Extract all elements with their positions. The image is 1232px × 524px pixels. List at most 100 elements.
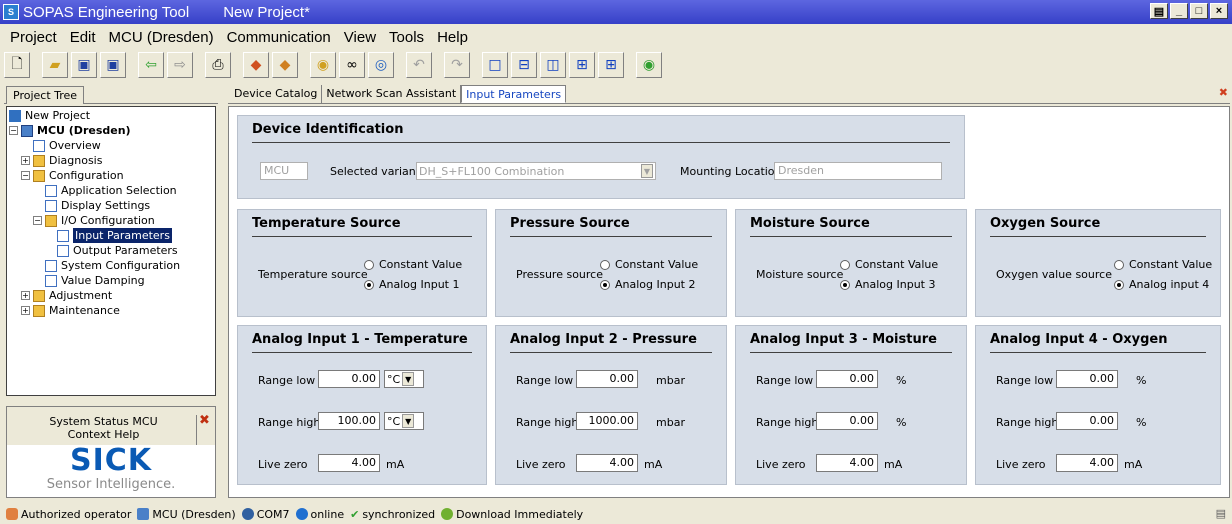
radio-analog-input[interactable]: Analog Input 1 [364,278,459,291]
close-panel-icon[interactable]: ✖ [199,413,210,428]
menu-project[interactable]: Project [10,29,57,46]
save-icon[interactable]: ▣ [71,52,97,78]
tree-node[interactable]: Overview [7,138,215,153]
live-zero-input[interactable]: 4.00 [1056,454,1118,472]
range-high-input[interactable]: 0.00 [1056,412,1118,430]
statusbar-menu-icon[interactable]: ▤ [1216,507,1226,520]
unit-dropdown[interactable]: °C ▼ [384,370,424,388]
expand-icon[interactable]: + [21,306,30,315]
live-zero-input[interactable]: 4.00 [816,454,878,472]
layout-vsplit-icon[interactable]: ◫ [540,52,566,78]
tree-node[interactable]: − MCU (Dresden) [7,123,215,138]
tree-node[interactable]: Application Selection [7,183,215,198]
radio-constant-value[interactable]: Constant Value [840,258,938,271]
port-icon [241,508,254,520]
check-icon: ✔ [350,507,360,521]
live-zero-input[interactable]: 4.00 [318,454,380,472]
layout-triple-icon[interactable]: ⊞ [569,52,595,78]
print-icon[interactable]: ▤ [1150,3,1168,19]
redo-icon[interactable]: ↷ [444,52,470,78]
tab-network-scan[interactable]: Network Scan Assistant [322,85,462,103]
menu-device[interactable]: MCU (Dresden) [109,29,214,46]
download-icon[interactable]: ◆ [272,52,298,78]
page-icon [57,229,69,242]
open-icon[interactable]: ▰ [42,52,68,78]
connect-icon[interactable]: ◉ [310,52,336,78]
chevron-down-icon: ▼ [402,372,415,386]
variant-label: Selected variant [330,165,421,178]
tree-node[interactable]: New Project [7,108,215,123]
menu-view[interactable]: View [344,29,376,46]
undo-icon[interactable]: ↶ [406,52,432,78]
live-zero-input[interactable]: 4.00 [576,454,638,472]
menu-tools[interactable]: Tools [389,29,424,46]
link-icon[interactable]: ∞ [339,52,365,78]
range-low-label: Range low [516,374,574,387]
live-zero-unit: mA [884,458,903,471]
tree-node[interactable]: + Adjustment [7,288,215,303]
tree-node[interactable]: Value Damping [7,273,215,288]
tree-node[interactable]: Display Settings [7,198,215,213]
tab-context-help[interactable]: Context Help [11,428,196,441]
maximize-button[interactable]: □ [1190,3,1208,19]
tree-node-label: Output Parameters [73,244,178,257]
tree-node[interactable]: + Diagnosis [7,153,215,168]
menu-communication[interactable]: Communication [227,29,331,46]
radio-analog-input[interactable]: Analog Input 3 [840,278,935,291]
expand-icon[interactable]: + [21,156,30,165]
range-low-input[interactable]: 0.00 [816,370,878,388]
range-high-label: Range high [516,416,579,429]
range-low-input[interactable]: 0.00 [318,370,380,388]
new-icon[interactable]: 🗋 [4,52,30,78]
tree-node-label: I/O Configuration [61,214,155,227]
mounting-label: Mounting Location [680,165,782,178]
menu-help[interactable]: Help [437,29,468,46]
radio-constant-value[interactable]: Constant Value [1114,258,1212,271]
tree-node[interactable]: Output Parameters [7,243,215,258]
search-icon[interactable]: ◎ [368,52,394,78]
live-zero-label: Live zero [258,458,308,471]
range-low-input[interactable]: 0.00 [576,370,638,388]
tab-input-parameters[interactable]: Input Parameters [461,85,567,103]
tree-node[interactable]: + Maintenance [7,303,215,318]
range-high-input[interactable]: 0.00 [816,412,878,430]
upload-icon[interactable]: ◆ [243,52,269,78]
close-tab-icon[interactable]: ✖ [1219,86,1228,99]
collapse-icon[interactable]: − [9,126,18,135]
tree-node[interactable]: System Configuration [7,258,215,273]
collapse-icon[interactable]: − [33,216,42,225]
layout-single-icon[interactable]: □ [482,52,508,78]
minimize-button[interactable]: _ [1170,3,1188,19]
unit-label: % [896,374,907,387]
range-high-input[interactable]: 100.00 [318,412,380,430]
tab-device-catalog[interactable]: Device Catalog [230,85,323,103]
tab-system-status[interactable]: System Status MCU [11,415,196,428]
live-zero-label: Live zero [996,458,1046,471]
layout-quad-icon[interactable]: ⊞ [598,52,624,78]
collapse-icon[interactable]: − [21,171,30,180]
print-toolbar-icon[interactable]: ⎙ [205,52,231,78]
radio-analog-input[interactable]: Analog Input 2 [600,278,695,291]
back-icon[interactable]: ⇦ [138,52,164,78]
menu-edit[interactable]: Edit [70,29,96,46]
live-zero-label: Live zero [756,458,806,471]
radio-constant-value[interactable]: Constant Value [364,258,462,271]
layout-hsplit-icon[interactable]: ⊟ [511,52,537,78]
range-high-input[interactable]: 1000.00 [576,412,638,430]
save-as-icon[interactable]: ▣ [100,52,126,78]
radio-constant-value[interactable]: Constant Value [600,258,698,271]
range-low-input[interactable]: 0.00 [1056,370,1118,388]
expand-icon[interactable]: + [21,291,30,300]
close-button[interactable]: × [1210,3,1228,19]
source-panel: Temperature Source Temperature source Co… [237,209,487,317]
forward-icon[interactable]: ⇨ [167,52,193,78]
tree-node[interactable]: − I/O Configuration [7,213,215,228]
radio-analog-input[interactable]: Analog input 4 [1114,278,1209,291]
unit-dropdown[interactable]: °C ▼ [384,412,424,430]
tree-node[interactable]: Input Parameters [7,228,215,243]
unit-label: % [1136,374,1147,387]
tab-project-tree[interactable]: Project Tree [6,86,85,104]
help-icon[interactable]: ◉ [636,52,662,78]
chevron-down-icon: ▼ [641,164,653,178]
tree-node[interactable]: − Configuration [7,168,215,183]
